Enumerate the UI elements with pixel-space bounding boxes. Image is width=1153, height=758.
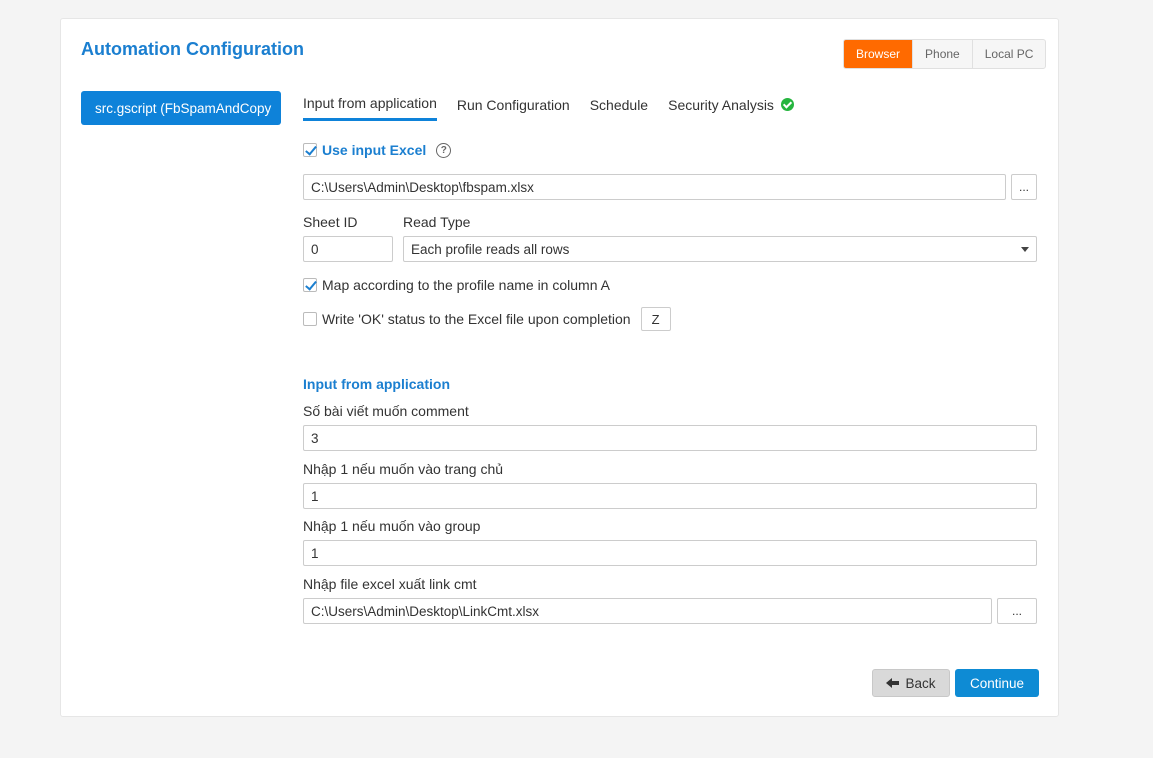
field-label-comment-count: Số bài viết muốn comment — [303, 403, 469, 419]
tab-label: Schedule — [589, 96, 649, 113]
use-excel-checkbox[interactable] — [303, 143, 317, 157]
caret-down-icon — [1021, 246, 1029, 252]
sheet-id-label: Sheet ID — [303, 214, 358, 230]
tab-label: Input from application — [303, 95, 437, 111]
help-icon[interactable]: ? — [436, 142, 452, 158]
arrow-left-icon — [886, 677, 900, 689]
script-file-tab[interactable]: src.gscript (FbSpamAndCopy — [81, 91, 281, 125]
export-file-input[interactable] — [303, 598, 992, 624]
map-profile-row: Map according to the profile name in col… — [303, 277, 610, 293]
tab-label: Security Analysis — [668, 96, 774, 113]
excel-path-input[interactable] — [303, 174, 1006, 200]
tab-schedule[interactable]: Schedule — [590, 95, 648, 121]
sheet-id-input[interactable] — [303, 236, 393, 262]
back-button-label: Back — [905, 675, 936, 691]
excel-browse-button[interactable]: ... — [1011, 174, 1037, 200]
read-type-label: Read Type — [403, 214, 471, 230]
write-ok-row: Write 'OK' status to the Excel file upon… — [303, 307, 671, 331]
comment-count-input[interactable] — [303, 425, 1037, 451]
tab-label: Run Configuration — [456, 96, 570, 113]
check-circle-icon — [780, 98, 794, 111]
platform-phone-button[interactable]: Phone — [912, 40, 972, 68]
config-tabs: Input from application Run Configuration… — [303, 95, 794, 121]
back-button[interactable]: Back — [872, 669, 950, 697]
page-title: Automation Configuration — [81, 39, 304, 59]
app-input-section-title: Input from application — [303, 376, 450, 392]
use-excel-row: Use input Excel ? — [303, 142, 452, 158]
export-file-browse-button[interactable]: ... — [997, 598, 1037, 624]
map-profile-checkbox[interactable] — [303, 278, 317, 292]
continue-button[interactable]: Continue — [955, 669, 1039, 697]
platform-local-pc-button[interactable]: Local PC — [971, 40, 1046, 68]
read-type-value: Each profile reads all rows — [411, 241, 570, 257]
field-label-homepage: Nhập 1 nếu muốn vào trang chủ — [303, 461, 504, 477]
tab-run-configuration[interactable]: Run Configuration — [457, 95, 570, 121]
config-card: Automation Configuration Browser Phone L… — [60, 18, 1059, 717]
use-excel-label: Use input Excel — [322, 142, 427, 158]
homepage-input[interactable] — [303, 483, 1037, 509]
write-ok-label: Write 'OK' status to the Excel file upon… — [322, 311, 631, 327]
map-profile-label: Map according to the profile name in col… — [322, 277, 610, 293]
write-ok-checkbox[interactable] — [303, 312, 317, 326]
platform-selector: Browser Phone Local PC — [843, 39, 1047, 69]
tab-input-from-application[interactable]: Input from application — [303, 95, 437, 121]
write-ok-column-input[interactable]: Z — [640, 307, 671, 331]
platform-browser-button[interactable]: Browser — [844, 40, 913, 68]
tab-security-analysis[interactable]: Security Analysis — [668, 95, 794, 121]
field-label-group: Nhập 1 nếu muốn vào group — [303, 518, 481, 534]
group-input[interactable] — [303, 540, 1037, 566]
read-type-select[interactable]: Each profile reads all rows — [403, 236, 1037, 262]
field-label-export-file: Nhập file excel xuất link cmt — [303, 576, 477, 592]
